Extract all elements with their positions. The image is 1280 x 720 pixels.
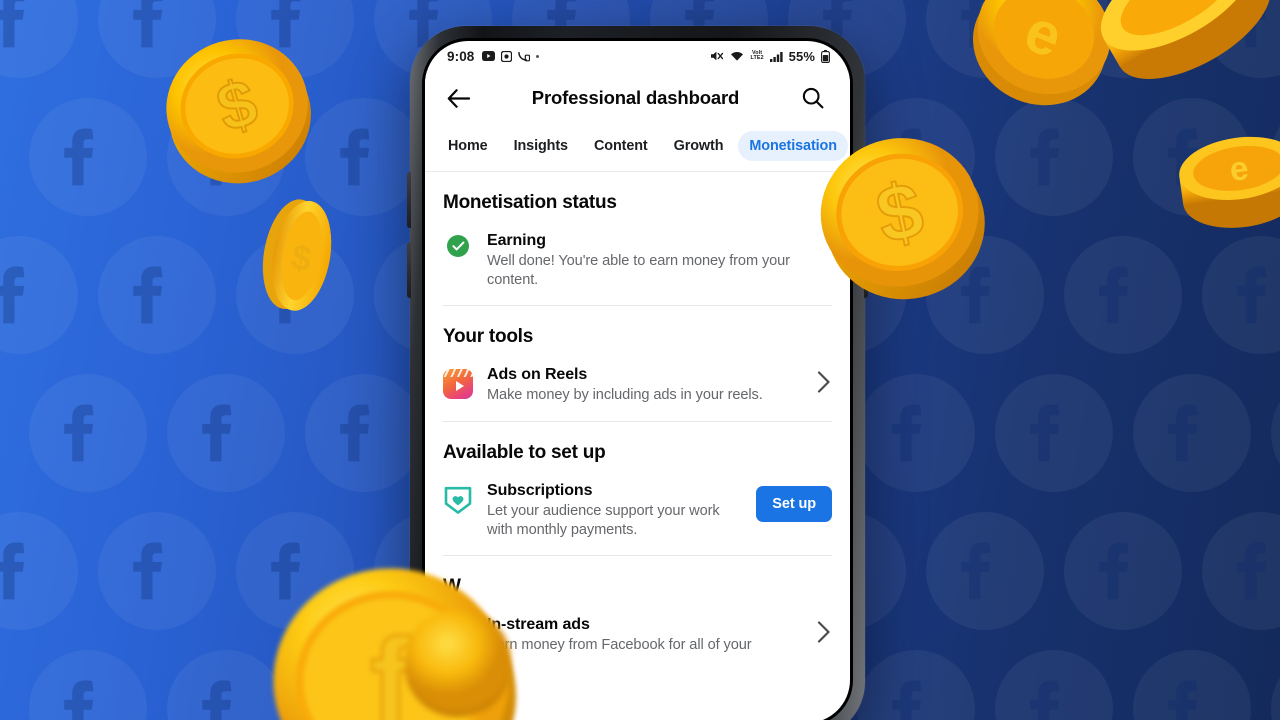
tab-insights[interactable]: Insights bbox=[503, 131, 579, 161]
facebook-logo-tile bbox=[995, 650, 1113, 720]
row-action: Set up bbox=[756, 482, 832, 523]
list-item[interactable]: Subscriptions Let your audience support y… bbox=[425, 474, 850, 555]
row-body: In-stream ads Earn money from Facebook fo… bbox=[487, 616, 802, 655]
youtube-icon bbox=[482, 51, 496, 61]
status-bar-left: 9:08 bbox=[447, 48, 540, 64]
back-arrow-icon[interactable] bbox=[441, 81, 475, 115]
battery-icon bbox=[821, 49, 830, 63]
facebook-logo-tile bbox=[305, 374, 423, 492]
row-icon bbox=[443, 482, 473, 515]
facebook-logo-tile bbox=[995, 374, 1113, 492]
facebook-logo-tile bbox=[98, 512, 216, 630]
mute-icon bbox=[710, 50, 724, 62]
reels-icon bbox=[443, 369, 473, 400]
volte-icon: Volt LTE2 bbox=[750, 50, 764, 61]
row-description: Earn money from Facebook for all of your bbox=[487, 637, 752, 654]
green-check-icon bbox=[447, 235, 469, 257]
facebook-logo-tile bbox=[167, 374, 285, 492]
volume-up-button[interactable] bbox=[407, 172, 411, 228]
page-title: Professional dashboard bbox=[531, 87, 740, 108]
status-bar: 9:08 Volt LTE2 55% bbox=[425, 41, 850, 71]
facebook-logo-tile bbox=[1133, 374, 1251, 492]
facebook-logo-tile bbox=[29, 374, 147, 492]
section-title: Monetisation status bbox=[443, 192, 617, 213]
row-description: Make money by including ads in your reel… bbox=[487, 387, 763, 404]
facebook-logo-tile bbox=[29, 650, 147, 720]
battery-percent: 55% bbox=[788, 48, 815, 64]
status-time: 9:08 bbox=[447, 48, 475, 64]
tab-growth[interactable]: Growth bbox=[663, 131, 735, 161]
search-icon[interactable] bbox=[796, 81, 830, 115]
list-item[interactable]: Ads on Reels Make money by including ads … bbox=[425, 358, 850, 421]
set-up-button[interactable]: Set up bbox=[756, 486, 832, 523]
row-body: Earning Well done! You're able to earn mo… bbox=[487, 232, 832, 289]
row-description: Well done! You're able to earn money fro… bbox=[487, 253, 790, 288]
notification-dot-icon bbox=[536, 54, 540, 58]
facebook-logo-tile bbox=[1064, 236, 1182, 354]
screen-recorder-icon bbox=[501, 50, 513, 62]
row-title: In-stream ads bbox=[487, 616, 590, 634]
chevron-right-icon[interactable] bbox=[816, 366, 832, 394]
coin-euro-right-edge: e bbox=[1168, 104, 1280, 249]
facebook-logo-tile bbox=[1271, 650, 1280, 720]
signal-icon bbox=[769, 51, 783, 62]
facebook-logo-tile bbox=[857, 650, 975, 720]
row-title: Ads on Reels bbox=[487, 366, 588, 384]
facebook-logo-tile bbox=[1064, 512, 1182, 630]
row-icon bbox=[443, 366, 473, 400]
section-title: Available to set up bbox=[443, 442, 606, 464]
facebook-logo-tile bbox=[1202, 512, 1280, 630]
wifi-icon bbox=[730, 51, 744, 62]
missed-call-icon bbox=[518, 51, 531, 62]
section-title: Your tools bbox=[443, 326, 534, 348]
facebook-logo-tile bbox=[98, 236, 216, 354]
wallpaper-stage: $ $ e e 9:08 Volt LTE2 55% Professional … bbox=[0, 0, 1280, 720]
status-bar-right: Volt LTE2 55% bbox=[710, 49, 830, 64]
facebook-logo-tile bbox=[926, 512, 1044, 630]
facebook-logo-tile bbox=[0, 512, 78, 630]
tab-bar[interactable]: Home Insights Content Growth Monetisation bbox=[425, 125, 850, 172]
coin-dollar-big-right: $ bbox=[796, 112, 1004, 317]
coin-small-foreground bbox=[398, 602, 518, 720]
row-description: Let your audience support your work with… bbox=[487, 503, 720, 538]
facebook-logo-tile bbox=[0, 236, 78, 354]
facebook-logo-tile bbox=[1133, 650, 1251, 720]
row-body: Subscriptions Let your audience support y… bbox=[487, 482, 742, 539]
chevron-right-icon[interactable] bbox=[816, 616, 832, 644]
facebook-logo-tile bbox=[29, 98, 147, 216]
facebook-logo-tile bbox=[0, 0, 78, 78]
facebook-logo-tile bbox=[857, 374, 975, 492]
app-bar: Professional dashboard bbox=[425, 71, 850, 125]
subscriptions-shield-icon bbox=[444, 485, 472, 515]
row-title: Earning bbox=[487, 232, 546, 249]
tab-content[interactable]: Content bbox=[583, 131, 659, 161]
list-item[interactable]: Earning Well done! You're able to earn mo… bbox=[425, 224, 850, 305]
volume-down-button[interactable] bbox=[407, 242, 411, 298]
facebook-logo-tile bbox=[1271, 374, 1280, 492]
row-title: Subscriptions bbox=[487, 482, 593, 500]
row-icon bbox=[443, 232, 473, 257]
row-body: Ads on Reels Make money by including ads … bbox=[487, 366, 802, 405]
facebook-logo-tile bbox=[1202, 236, 1280, 354]
tab-home[interactable]: Home bbox=[437, 131, 499, 161]
